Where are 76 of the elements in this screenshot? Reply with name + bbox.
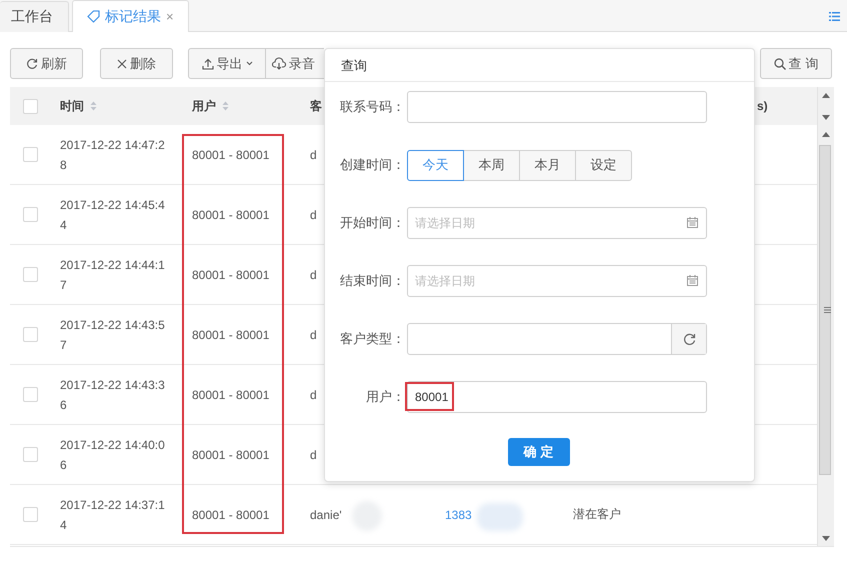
table-cell: d [310, 148, 317, 162]
input-field[interactable]: 80001 [407, 381, 707, 413]
refresh-button[interactable] [671, 324, 706, 354]
table-cell-text: 2017-12-22 14:43:57 [60, 316, 166, 354]
table-cell-text: 2017-12-22 14:40:06 [60, 436, 166, 474]
table-cell: d [310, 328, 317, 342]
table-cell: 80001 - 80001 [192, 148, 270, 162]
search-icon [774, 58, 786, 70]
tab[interactable]: 工作台 [0, 1, 69, 32]
scroll-down-icon[interactable] [822, 536, 830, 541]
toolbar-button[interactable]: 录音 [266, 48, 324, 79]
table-cell-text: 2017-12-22 14:37:14 [60, 496, 166, 534]
table-cell: d [310, 268, 317, 282]
column-header: 用户 [192, 98, 216, 114]
table-cell: 80001 - 80001 [192, 448, 270, 462]
segment-button[interactable]: 设定 [575, 150, 632, 180]
scroll-thumb[interactable] [819, 145, 831, 475]
table-cell-text: 2017-12-22 14:47:28 [60, 136, 166, 174]
segment-button[interactable]: 本周 [463, 150, 520, 180]
table-cell: 80001 - 80001 [192, 208, 270, 222]
table-cell-text: 2017-12-22 14:45:44 [60, 196, 166, 234]
table-cell: 80001 - 80001 [192, 268, 270, 282]
checkbox[interactable] [22, 447, 38, 462]
caret-icon [246, 61, 252, 66]
sort-icon[interactable] [222, 101, 229, 111]
table-cell: danie' [310, 508, 342, 522]
segment-button[interactable]: 本月 [519, 150, 576, 180]
field-label: 开始时间： [339, 214, 406, 232]
input-field[interactable] [407, 91, 707, 123]
sort-icon[interactable] [90, 101, 97, 111]
checkbox[interactable] [22, 147, 38, 162]
table-cell: d [310, 448, 317, 462]
column-header: 客 [310, 98, 322, 114]
checkbox[interactable] [22, 507, 38, 522]
toolbar-button[interactable]: 删除 [100, 48, 173, 79]
toolbar-button[interactable]: 导出 [188, 48, 266, 79]
field-label: 用户： [365, 388, 406, 406]
checkbox[interactable] [22, 327, 38, 342]
scroll-down-icon[interactable] [822, 115, 830, 120]
tag-icon [87, 10, 100, 23]
table-cell: d [310, 388, 317, 402]
checkbox[interactable] [22, 98, 38, 114]
search-button[interactable]: 查 询 [760, 48, 832, 79]
checkbox[interactable] [22, 207, 38, 222]
table-cell: d [310, 208, 317, 222]
scroll-up-icon[interactable] [822, 132, 830, 137]
column-header: s) [757, 99, 768, 113]
calendar-icon[interactable] [687, 275, 698, 286]
checkbox[interactable] [22, 387, 38, 402]
checkbox[interactable] [22, 267, 38, 282]
toolbar-button[interactable]: 刷新 [10, 48, 83, 79]
column-header: 时间 [60, 98, 84, 114]
menu-icon[interactable] [829, 12, 840, 21]
panel-title: 查询 [325, 49, 754, 82]
table-cell-text: 2017-12-22 14:43:36 [60, 376, 166, 414]
refresh-icon [682, 332, 696, 346]
confirm-button[interactable]: 确 定 [508, 438, 570, 466]
field-label: 创建时间： [339, 156, 406, 174]
table-cell: 潜在客户 [573, 506, 621, 523]
date-field[interactable]: 请选择日期 [407, 265, 707, 297]
date-field[interactable]: 请选择日期 [407, 207, 707, 239]
refresh-icon [26, 58, 38, 70]
table-cell: 80001 - 80001 [192, 328, 270, 342]
calendar-icon[interactable] [687, 217, 698, 228]
table-cell: 80001 - 80001 [192, 508, 270, 522]
table-cell: 80001 - 80001 [192, 388, 270, 402]
close-icon [117, 58, 127, 68]
field-label: 联系号码： [339, 98, 406, 116]
upload-icon [202, 58, 214, 70]
cloud-download-icon [272, 57, 286, 70]
field-label: 客户类型： [339, 330, 406, 348]
table-cell-text: 2017-12-22 14:44:17 [60, 256, 166, 294]
select-field[interactable] [407, 323, 707, 355]
scrollbar[interactable] [817, 87, 834, 546]
scroll-up-icon[interactable] [822, 93, 830, 98]
field-label: 结束时间： [339, 272, 406, 290]
